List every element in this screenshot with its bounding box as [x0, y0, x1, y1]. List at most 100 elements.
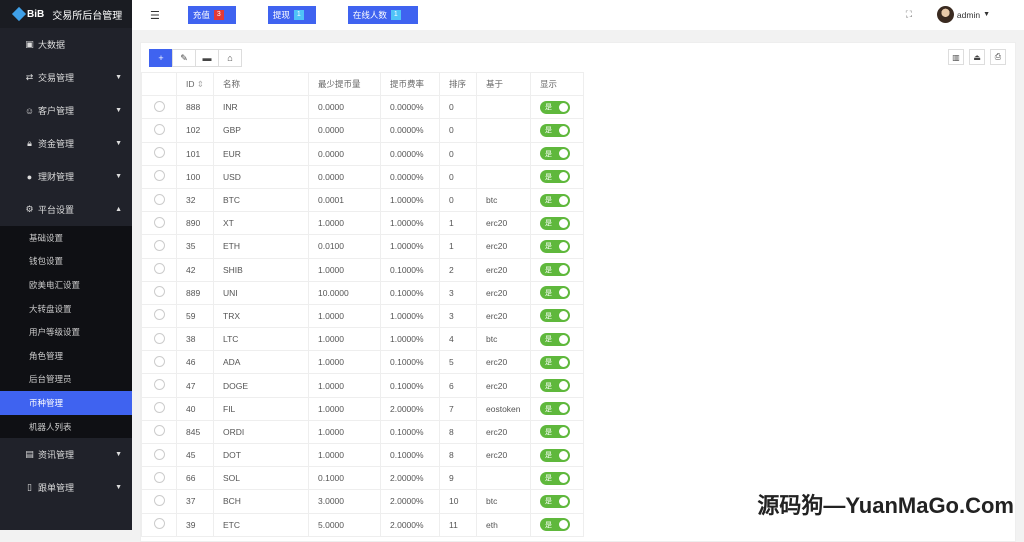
- row-radio[interactable]: [153, 379, 165, 391]
- row-radio[interactable]: [153, 123, 165, 135]
- sidebar-subitem[interactable]: 欧美电汇设置: [0, 273, 132, 297]
- display-toggle[interactable]: 是: [540, 170, 570, 184]
- row-radio[interactable]: [153, 286, 165, 298]
- display-toggle[interactable]: 是: [540, 216, 570, 230]
- display-cell: 是: [530, 187, 584, 213]
- columns-icon[interactable]: ▥: [948, 49, 964, 65]
- row-radio[interactable]: [153, 355, 165, 367]
- tag-button[interactable]: ⌂: [218, 49, 242, 67]
- sidebar-item[interactable]: ▤ 资讯管理 ▼: [0, 438, 132, 471]
- table-cell: 39: [176, 512, 214, 537]
- row-radio[interactable]: [153, 332, 165, 344]
- comment-button[interactable]: ▬: [195, 49, 219, 67]
- display-toggle[interactable]: 是: [540, 193, 570, 207]
- row-radio[interactable]: [153, 494, 165, 506]
- row-radio[interactable]: [153, 448, 165, 460]
- row-radio[interactable]: [153, 239, 165, 251]
- table-cell: 0: [439, 187, 477, 213]
- edit-button[interactable]: ✎: [172, 49, 196, 67]
- logo[interactable]: BiB 交易所后台管理: [0, 0, 132, 28]
- column-header-label: 最少提币量: [318, 79, 361, 90]
- row-radio[interactable]: [153, 425, 165, 437]
- sidebar-item[interactable]: ⇄ 交易管理 ▼: [0, 61, 132, 94]
- lock-icon: 🔒︎: [27, 138, 32, 148]
- sidebar-subitem[interactable]: 机器人列表: [0, 415, 132, 439]
- sidebar-item-label: 平台设置: [38, 205, 75, 215]
- sidebar-item[interactable]: ● 理财管理 ▼: [0, 160, 132, 193]
- table-cell: erc20: [476, 280, 531, 305]
- table-cell: DOGE: [213, 373, 309, 398]
- table-cell: 0.1000%: [380, 419, 440, 445]
- table-cell: 1.0000%: [380, 211, 440, 236]
- display-toggle[interactable]: 是: [540, 309, 570, 323]
- sidebar-item[interactable]: ▯ 跟单管理 ▼: [0, 471, 132, 504]
- display-toggle[interactable]: 是: [540, 402, 570, 416]
- table-cell: btc: [476, 327, 531, 352]
- table-cell: 8: [439, 419, 477, 445]
- table-right-tools: ▥ ⏏ ⎙: [942, 49, 1006, 65]
- display-cell: 是: [530, 234, 584, 259]
- row-radio[interactable]: [153, 193, 165, 205]
- table-cell: erc20: [476, 257, 531, 282]
- display-toggle[interactable]: 是: [540, 263, 570, 277]
- table-cell: 0.0100: [308, 234, 381, 259]
- display-toggle[interactable]: 是: [540, 239, 570, 253]
- display-toggle[interactable]: 是: [540, 379, 570, 393]
- add-button[interactable]: +: [149, 49, 173, 67]
- display-toggle[interactable]: 是: [540, 286, 570, 300]
- display-toggle[interactable]: 是: [540, 494, 570, 508]
- display-toggle[interactable]: 是: [540, 425, 570, 439]
- menu-fold-icon[interactable]: ☰: [150, 9, 160, 22]
- display-toggle[interactable]: 是: [540, 147, 570, 161]
- select-header: [141, 71, 177, 97]
- row-radio[interactable]: [153, 100, 165, 112]
- table-cell: INR: [213, 95, 309, 120]
- sidebar-subitem[interactable]: 基础设置: [0, 226, 132, 250]
- export-icon[interactable]: ⏏: [969, 49, 985, 65]
- row-radio[interactable]: [153, 471, 165, 483]
- table-cell: eth: [476, 512, 531, 537]
- sidebar-item[interactable]: ☺ 客户管理 ▼: [0, 94, 132, 127]
- sidebar-subitem[interactable]: 角色管理: [0, 344, 132, 368]
- row-radio[interactable]: [153, 147, 165, 159]
- display-toggle[interactable]: 是: [540, 471, 570, 485]
- display-toggle[interactable]: 是: [540, 100, 570, 114]
- row-radio[interactable]: [153, 216, 165, 228]
- fullscreen-icon[interactable]: ⛶: [906, 9, 912, 20]
- gear-icon: ⚙: [25, 204, 34, 214]
- select-cell: [141, 350, 177, 375]
- row-radio[interactable]: [153, 309, 165, 321]
- chevron-up-icon: ▲: [115, 206, 122, 213]
- row-radio[interactable]: [153, 518, 165, 530]
- chart-icon: ▣: [25, 39, 34, 49]
- sidebar-item[interactable]: ▣ 大数据: [0, 28, 132, 61]
- display-toggle[interactable]: 是: [540, 332, 570, 346]
- table-cell: USD: [213, 164, 309, 189]
- row-radio[interactable]: [153, 170, 165, 182]
- sort-icon[interactable]: ⇕: [195, 79, 204, 89]
- sidebar-item[interactable]: 🔒︎ 资金管理 ▼: [0, 127, 132, 160]
- display-toggle[interactable]: 是: [540, 355, 570, 369]
- sidebar-subitem[interactable]: 后台管理员: [0, 368, 132, 392]
- row-radio[interactable]: [153, 263, 165, 275]
- table-cell: 45: [176, 442, 214, 468]
- sidebar-subitem[interactable]: 币种管理: [0, 391, 132, 415]
- user-menu[interactable]: admin ▼: [936, 6, 990, 23]
- row-radio[interactable]: [153, 402, 165, 414]
- display-toggle[interactable]: 是: [540, 448, 570, 462]
- print-icon[interactable]: ⎙: [990, 49, 1006, 65]
- display-toggle[interactable]: 是: [540, 518, 570, 532]
- chevron-down-icon: ▼: [115, 451, 122, 459]
- chevron-down-icon: ▼: [115, 107, 122, 114]
- table-cell: 1.0000%: [380, 234, 440, 259]
- sidebar-subitem[interactable]: 钱包设置: [0, 250, 132, 274]
- sidebar-subitem[interactable]: 大转盘设置: [0, 297, 132, 321]
- header-button[interactable]: 提现 1: [267, 6, 316, 24]
- display-toggle[interactable]: 是: [540, 123, 570, 137]
- column-header: 最少提币量: [308, 71, 381, 97]
- table-cell: LTC: [213, 327, 309, 352]
- header-button[interactable]: 在线人数 1: [347, 6, 418, 24]
- sidebar-item[interactable]: ⚙ 平台设置 ▲: [0, 193, 132, 226]
- header-button[interactable]: 充值 3: [187, 6, 236, 24]
- sidebar-subitem[interactable]: 用户等级设置: [0, 320, 132, 344]
